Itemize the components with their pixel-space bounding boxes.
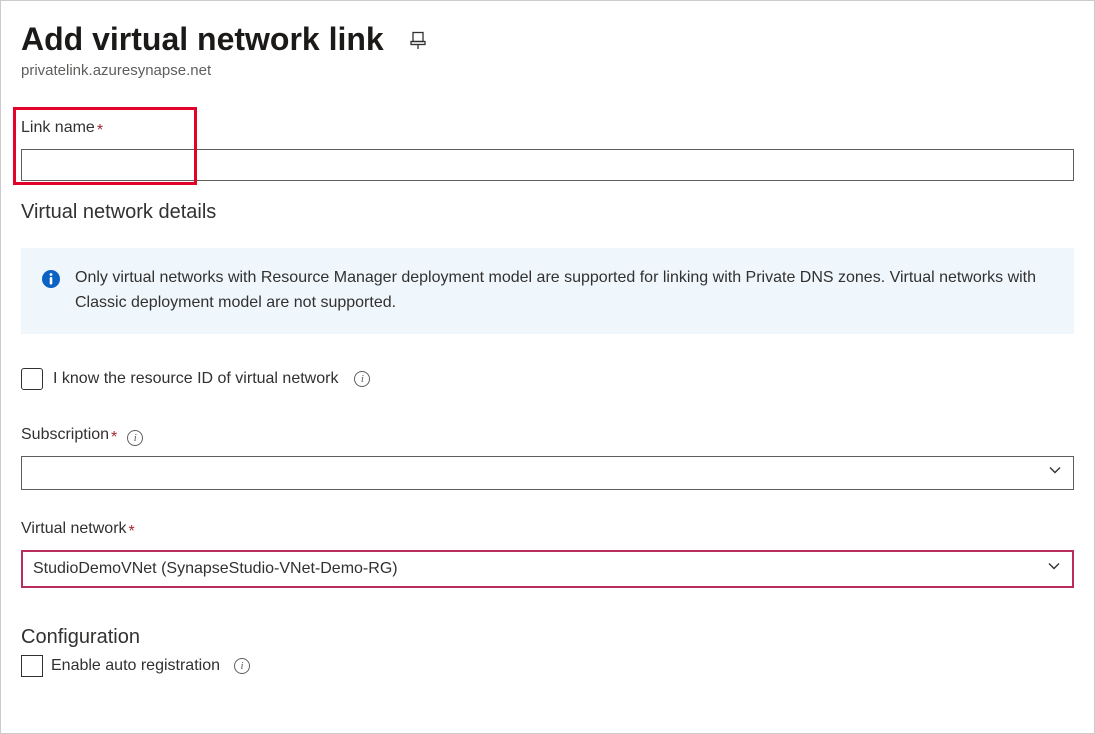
virtual-network-select[interactable]: StudioDemoVNet (SynapseStudio-VNet-Demo-… [21,550,1074,588]
auto-registration-label: Enable auto registration [51,657,220,675]
required-asterisk: * [129,523,135,541]
info-tooltip-icon[interactable]: i [354,371,370,387]
virtual-network-value: StudioDemoVNet (SynapseStudio-VNet-Demo-… [33,560,398,578]
link-name-input[interactable] [21,149,1074,181]
info-banner: Only virtual networks with Resource Mana… [21,248,1074,334]
info-text: Only virtual networks with Resource Mana… [75,266,1054,316]
know-resource-id-checkbox[interactable] [21,368,43,390]
required-asterisk: * [97,122,103,140]
subscription-field: Subscription * i [21,426,1074,490]
info-icon [41,269,61,289]
virtual-network-label: Virtual network [21,520,127,538]
link-name-label: Link name [21,119,95,137]
chevron-down-icon [1047,462,1063,483]
vnet-details-heading: Virtual network details [21,201,1074,224]
subscription-label: Subscription [21,426,109,444]
configuration-heading: Configuration [21,626,1074,649]
virtual-network-field: Virtual network * StudioDemoVNet (Synaps… [21,520,1074,588]
know-resource-id-row: I know the resource ID of virtual networ… [21,368,1074,390]
info-tooltip-icon[interactable]: i [234,658,250,674]
page-header: Add virtual network link privatelink.azu… [21,21,1074,79]
auto-registration-row: Enable auto registration i [21,655,1074,677]
chevron-down-icon [1046,558,1062,579]
know-resource-id-label: I know the resource ID of virtual networ… [53,370,338,388]
page-subtitle: privatelink.azuresynapse.net [21,62,1074,79]
info-tooltip-icon[interactable]: i [127,430,143,446]
required-asterisk: * [111,429,117,447]
auto-registration-checkbox[interactable] [21,655,43,677]
link-name-field: Link name * [21,119,1074,181]
subscription-select[interactable] [21,456,1074,490]
page-title: Add virtual network link [21,21,384,58]
pin-icon[interactable] [408,30,428,50]
